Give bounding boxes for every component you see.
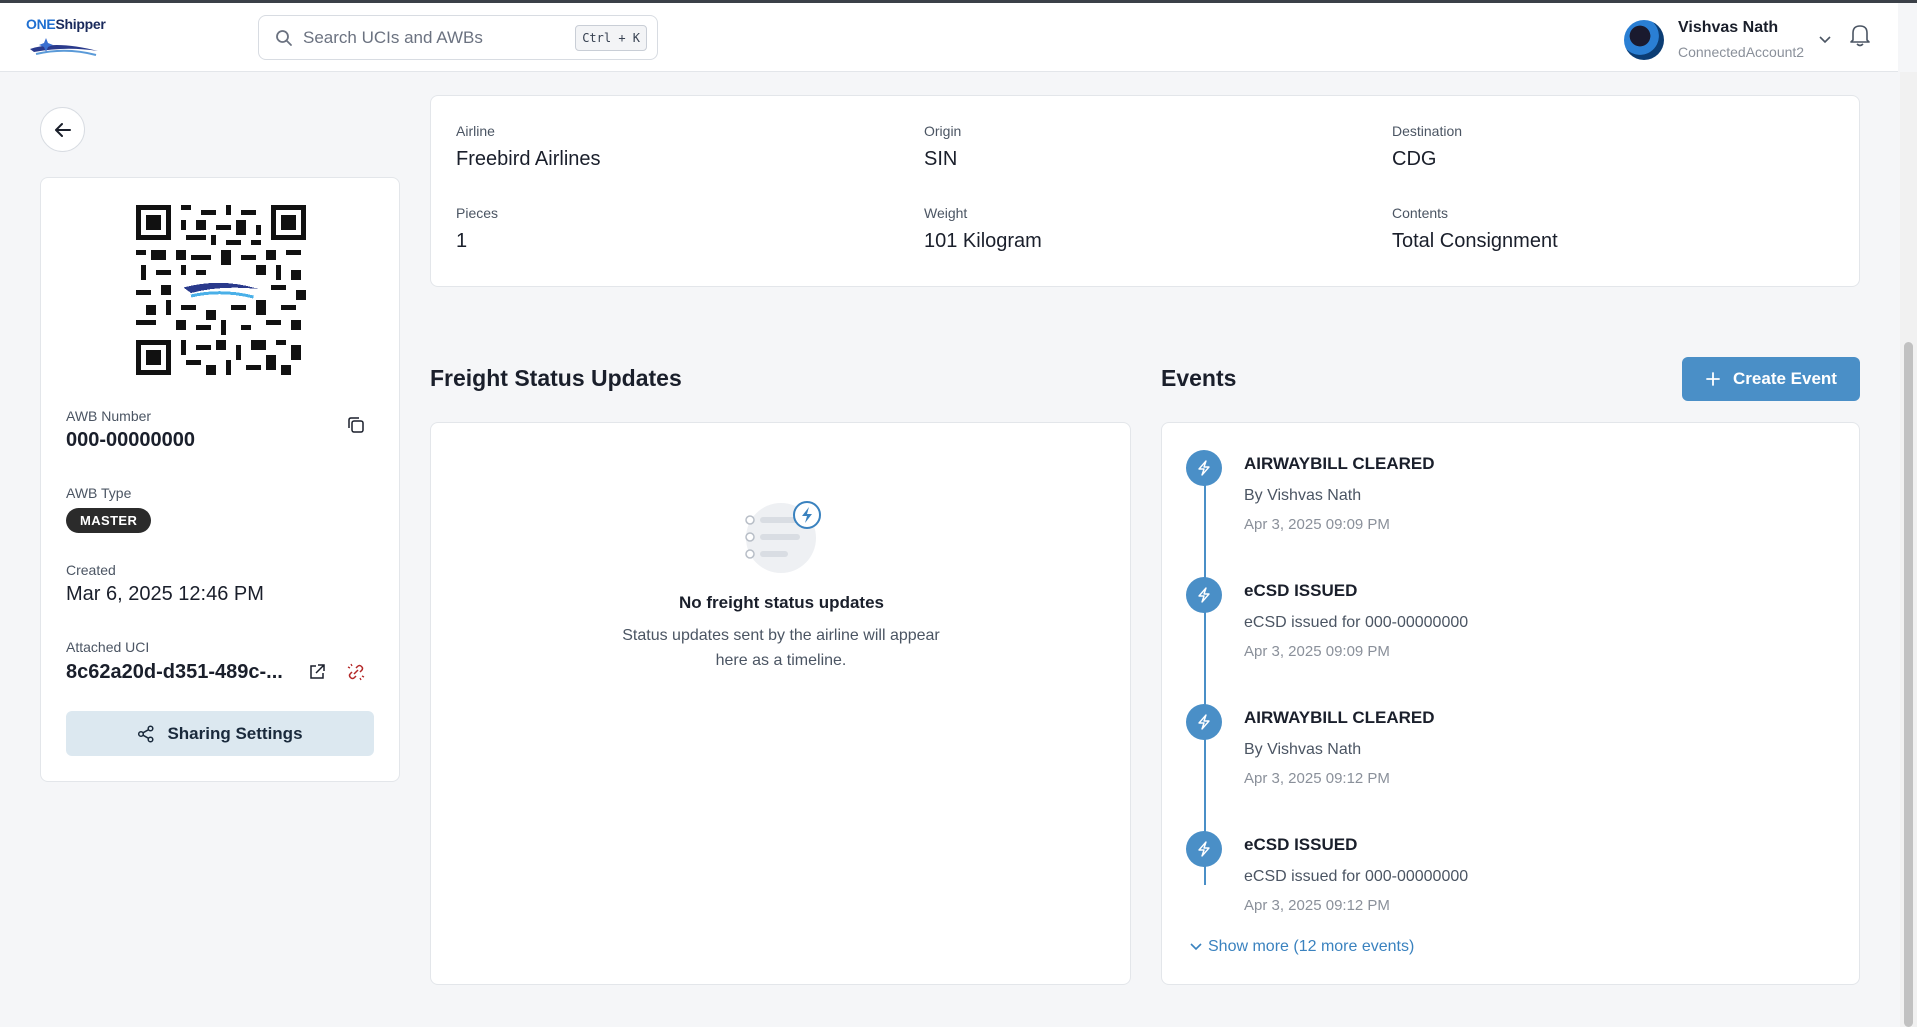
created-label: Created <box>66 562 116 578</box>
sharing-settings-label: Sharing Settings <box>167 723 303 743</box>
awb-number: 000-00000000 <box>66 429 196 451</box>
search-input[interactable] <box>303 24 563 52</box>
oneshipper-logo[interactable]: ONEShipper <box>26 16 106 60</box>
logo-swoosh-icon <box>30 38 98 56</box>
airline-field: Airline Freebird Airlines <box>456 123 601 171</box>
show-more-label: Show more (12 more events) <box>1208 938 1415 955</box>
pieces-field: Pieces 1 <box>456 205 498 253</box>
freight-status-title: Freight Status Updates <box>430 365 682 391</box>
event-title: AIRWAYBILL CLEARED <box>1244 454 1435 473</box>
attached-uci-label: Attached UCI <box>66 639 150 655</box>
event-bolt-icon <box>1186 577 1222 613</box>
awb-type-label: AWB Type <box>66 485 132 501</box>
qr-code <box>136 205 306 375</box>
pieces-value: 1 <box>456 230 468 252</box>
origin-label: Origin <box>924 123 962 139</box>
contents-field: Contents Total Consignment <box>1392 205 1558 253</box>
weight-value: 101 Kilogram <box>924 230 1042 252</box>
event-bolt-icon <box>1186 704 1222 740</box>
scroll-thumb[interactable] <box>1904 342 1913 1027</box>
logo-text: ONEShipper <box>26 16 106 32</box>
event-item: eCSD ISSUED eCSD issued for 000-00000000… <box>1186 831 1826 931</box>
attached-uci: 8c62a20d-d351-489c-... <box>66 661 283 683</box>
empty-state-title: No freight status updates <box>679 593 884 612</box>
bell-icon[interactable] <box>1849 23 1871 47</box>
arrow-left-icon <box>54 122 71 137</box>
events-title: Events <box>1161 365 1237 391</box>
destination-value: CDG <box>1392 148 1437 170</box>
events-card: AIRWAYBILL CLEARED By Vishvas Nath Apr 3… <box>1161 422 1860 985</box>
create-event-label: Create Event <box>1733 369 1837 388</box>
empty-timeline-icon <box>745 501 821 573</box>
event-item: AIRWAYBILL CLEARED By Vishvas Nath Apr 3… <box>1186 704 1826 804</box>
event-time: Apr 3, 2025 09:09 PM <box>1244 516 1390 533</box>
created-date: Mar 6, 2025 12:46 PM <box>66 583 264 605</box>
empty-state-description: Status updates sent by the airline will … <box>622 627 940 669</box>
contents-value: Total Consignment <box>1392 230 1558 252</box>
contents-label: Contents <box>1392 205 1449 221</box>
chevron-down-icon[interactable] <box>1818 35 1832 45</box>
origin-value: SIN <box>924 148 958 170</box>
page-scrollbar[interactable] <box>1900 72 1917 1027</box>
pieces-label: Pieces <box>456 205 499 221</box>
airline-value: Freebird Airlines <box>456 148 601 170</box>
shortcut-hint: Ctrl + K <box>575 25 647 51</box>
event-time: Apr 3, 2025 09:12 PM <box>1244 897 1390 914</box>
origin-field: Origin SIN <box>924 123 961 171</box>
avatar[interactable] <box>1624 20 1664 60</box>
event-time: Apr 3, 2025 09:12 PM <box>1244 770 1390 787</box>
copy-icon[interactable] <box>347 416 365 434</box>
event-description: By Vishvas Nath <box>1244 741 1362 758</box>
event-description: By Vishvas Nath <box>1244 487 1362 504</box>
event-description: eCSD issued for 000-00000000 <box>1244 614 1469 631</box>
event-bolt-icon <box>1186 450 1222 486</box>
awb-type-badge: MASTER <box>66 508 152 533</box>
user-account: ConnectedAccount2 <box>1678 44 1805 60</box>
event-time: Apr 3, 2025 09:09 PM <box>1244 643 1390 660</box>
user-menu[interactable]: Vishvas Nath ConnectedAccount2 <box>1624 16 1834 62</box>
awb-summary-card: AWB Number 000-00000000 AWB Type MASTER … <box>40 177 400 782</box>
awb-number-label: AWB Number <box>66 408 152 424</box>
plus-icon <box>1706 372 1720 386</box>
weight-label: Weight <box>924 205 968 221</box>
event-description: eCSD issued for 000-00000000 <box>1244 868 1469 885</box>
create-event-button[interactable]: Create Event <box>1682 357 1860 401</box>
airline-label: Airline <box>456 123 495 139</box>
destination-field: Destination CDG <box>1392 123 1462 171</box>
share-icon <box>138 724 155 743</box>
unlink-icon[interactable] <box>347 663 365 681</box>
external-link-icon[interactable] <box>308 663 326 681</box>
user-name: Vishvas Nath <box>1678 19 1779 36</box>
event-title: eCSD ISSUED <box>1244 835 1358 854</box>
destination-label: Destination <box>1392 123 1463 139</box>
show-more-link[interactable]: Show more (12 more events) <box>1190 938 1414 956</box>
event-item: AIRWAYBILL CLEARED By Vishvas Nath Apr 3… <box>1186 450 1826 550</box>
event-title: AIRWAYBILL CLEARED <box>1244 708 1435 727</box>
weight-field: Weight 101 Kilogram <box>924 205 1042 253</box>
event-item: eCSD ISSUED eCSD issued for 000-00000000… <box>1186 577 1826 677</box>
chevron-down-icon <box>1190 943 1202 951</box>
search-box[interactable]: Ctrl + K <box>258 15 658 60</box>
search-icon <box>276 30 292 46</box>
app-header: ONEShipper Ctrl + K Vishvas Nath Connect… <box>0 3 1898 72</box>
sharing-settings-button[interactable]: Sharing Settings <box>66 711 374 756</box>
event-bolt-icon <box>1186 831 1222 867</box>
event-title: eCSD ISSUED <box>1244 581 1358 600</box>
shipment-info-card: Airline Freebird Airlines Origin SIN Des… <box>430 95 1860 287</box>
back-button[interactable] <box>40 107 85 152</box>
freight-status-card: No freight status updates Status updates… <box>430 422 1131 985</box>
